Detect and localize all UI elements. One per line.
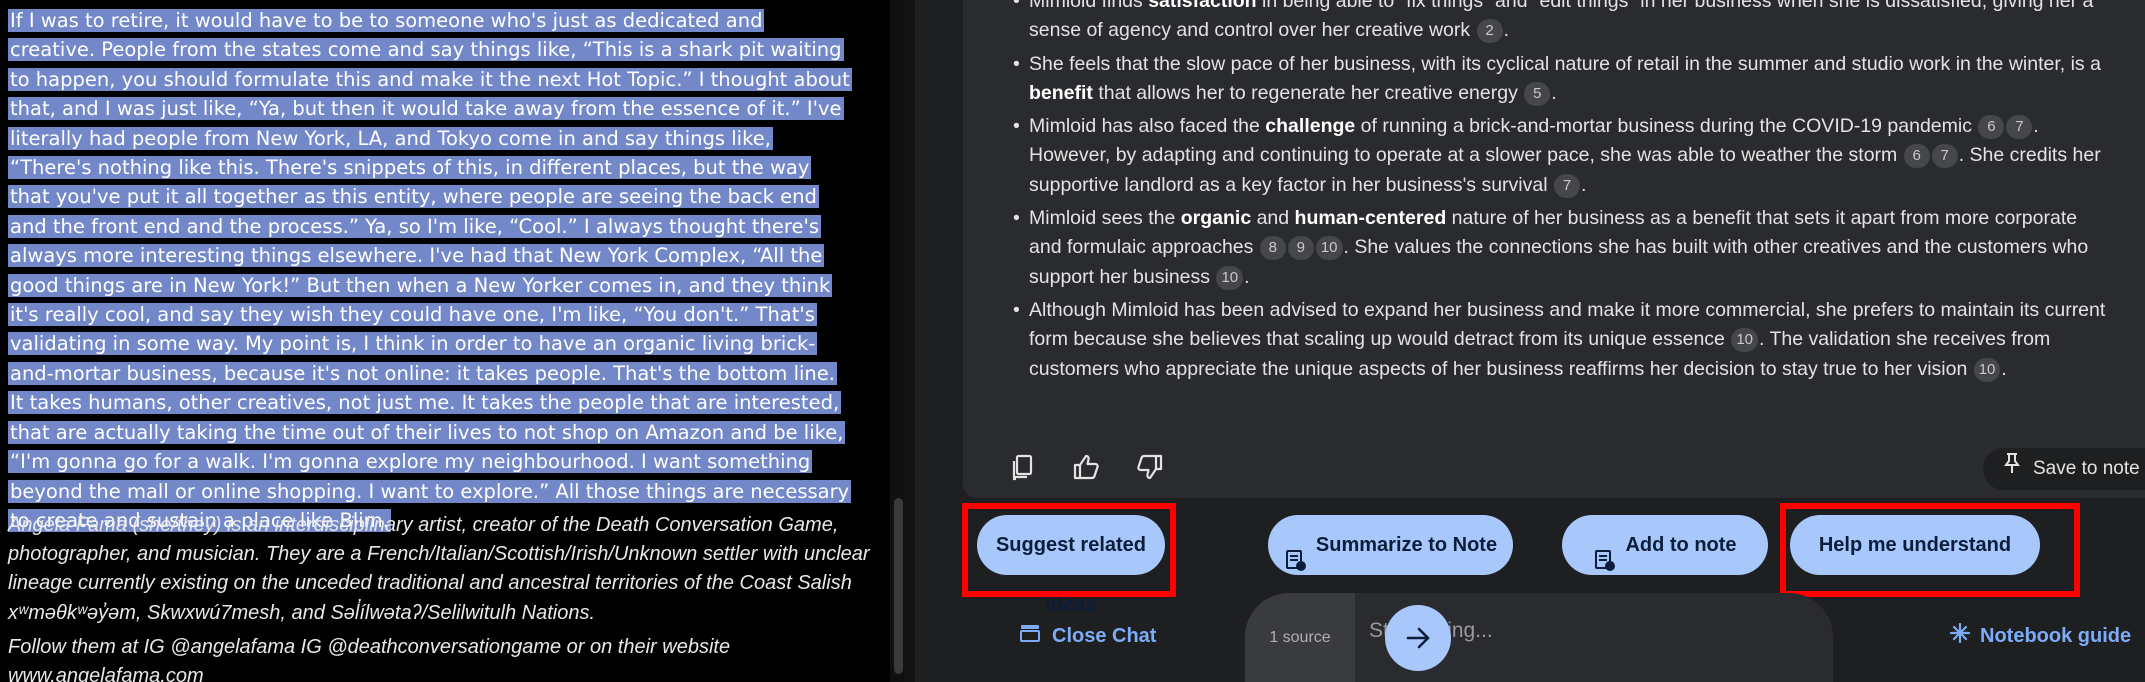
emphasized-term: organic xyxy=(1180,207,1252,230)
close-chat-label: Close Chat xyxy=(1052,625,1157,647)
document-scrollbar-thumb[interactable] xyxy=(894,498,903,674)
add-to-note-chip[interactable]: Add to note xyxy=(1562,515,1768,575)
citation-chip[interactable]: 2 xyxy=(1476,19,1503,44)
chat-input-container[interactable]: 1 source xyxy=(1245,593,1833,682)
pane-divider[interactable] xyxy=(905,0,915,682)
bullet-text: . xyxy=(1551,81,1557,104)
copy-icon[interactable] xyxy=(1008,452,1038,482)
save-to-note-label: Save to note xyxy=(2033,458,2140,480)
bullet-text: . xyxy=(2001,357,2007,380)
response-bullet: Mimloid has also faced the challenge of … xyxy=(1013,112,2113,200)
thumbs-up-icon[interactable] xyxy=(1071,452,1101,482)
bullet-text: Mimloid has also faced the xyxy=(1029,115,1266,138)
citation-chip[interactable]: 10 xyxy=(1731,328,1758,353)
summarize-to-note-chip[interactable]: Summarize to Note xyxy=(1268,515,1513,575)
citation-chip[interactable]: 6 xyxy=(1978,115,2005,140)
response-bullet: She feels that the slow pace of her busi… xyxy=(1013,50,2113,109)
thumbs-down-icon[interactable] xyxy=(1135,452,1165,482)
notebook-guide-label: Notebook guide xyxy=(1980,625,2132,647)
citation-chip[interactable]: 7 xyxy=(2006,115,2033,140)
collapse-panel-icon xyxy=(1020,621,1040,653)
bullet-text: and xyxy=(1251,207,1295,230)
citation-chip[interactable]: 6 xyxy=(1903,144,1930,169)
emphasized-term: satisfaction xyxy=(1148,0,1257,12)
citation-chip[interactable]: 9 xyxy=(1287,236,1314,261)
pin-icon xyxy=(2003,448,2025,490)
emphasized-term: benefit xyxy=(1029,81,1093,104)
response-bullet: Mimloid finds satisfaction in being able… xyxy=(1013,0,2113,46)
response-bullet: Although Mimloid has been advised to exp… xyxy=(1013,296,2113,384)
response-bullet: Mimloid sees the organic and human-cente… xyxy=(1013,204,2113,292)
bullet-text: of running a brick-and-mortar business d… xyxy=(1355,115,1978,138)
bullet-text: Mimloid sees the xyxy=(1029,207,1181,230)
save-to-note-button[interactable]: Save to note xyxy=(1983,448,2145,490)
citation-chip[interactable]: 7 xyxy=(1931,144,1958,169)
document-pane: If I was to retire, it would have to be … xyxy=(0,0,905,682)
bullet-text: . xyxy=(1244,265,1250,288)
add-to-note-label: Add to note xyxy=(1625,534,1737,556)
response-bullet-list: Mimloid finds satisfaction in being able… xyxy=(1013,0,2113,388)
citation-chip[interactable]: 8 xyxy=(1259,236,1286,261)
close-chat-button[interactable]: Close Chat xyxy=(1020,620,1156,653)
red-highlight-box xyxy=(962,503,1176,597)
text-selection[interactable]: If I was to retire, it would have to be … xyxy=(8,9,852,532)
assistant-response-card: Mimloid finds satisfaction in being able… xyxy=(963,0,2145,498)
red-highlight-box xyxy=(1780,503,2080,597)
citation-chip[interactable]: 5 xyxy=(1524,81,1551,106)
citation-chip[interactable]: 7 xyxy=(1553,173,1580,198)
bullet-text: Mimloid finds xyxy=(1029,0,1149,12)
emphasized-term: challenge xyxy=(1265,115,1356,138)
emphasized-term: human-centered xyxy=(1294,207,1447,230)
citation-chip[interactable]: 10 xyxy=(1216,265,1244,290)
send-button[interactable] xyxy=(1385,605,1451,671)
citation-chip[interactable]: 10 xyxy=(1973,357,2001,382)
bullet-text: . xyxy=(1503,19,1509,42)
bullet-text: that allows her to regenerate her creati… xyxy=(1092,81,1524,104)
bullet-text: She feels that the slow pace of her busi… xyxy=(1029,52,2101,75)
citation-chip[interactable]: 10 xyxy=(1315,236,1343,261)
chat-pane: Mimloid finds satisfaction in being able… xyxy=(915,0,2145,682)
author-follow-line: Follow them at IG @angelafama IG @deathc… xyxy=(8,636,731,682)
note-icon xyxy=(1284,535,1306,571)
selected-interview-paragraph[interactable]: If I was to retire, it would have to be … xyxy=(8,6,853,535)
arrow-right-icon xyxy=(1406,627,1430,649)
note-add-icon xyxy=(1593,535,1616,571)
bullet-text: . xyxy=(1580,173,1587,196)
notebook-guide-button[interactable]: Notebook guide xyxy=(1949,620,2132,653)
summarize-to-note-label: Summarize to Note xyxy=(1315,534,1498,556)
sparkle-icon xyxy=(1949,621,1971,653)
author-bio: Angela Fama (she/they) is an interdiscip… xyxy=(8,514,870,624)
source-count-pill[interactable]: 1 source xyxy=(1245,593,1355,682)
